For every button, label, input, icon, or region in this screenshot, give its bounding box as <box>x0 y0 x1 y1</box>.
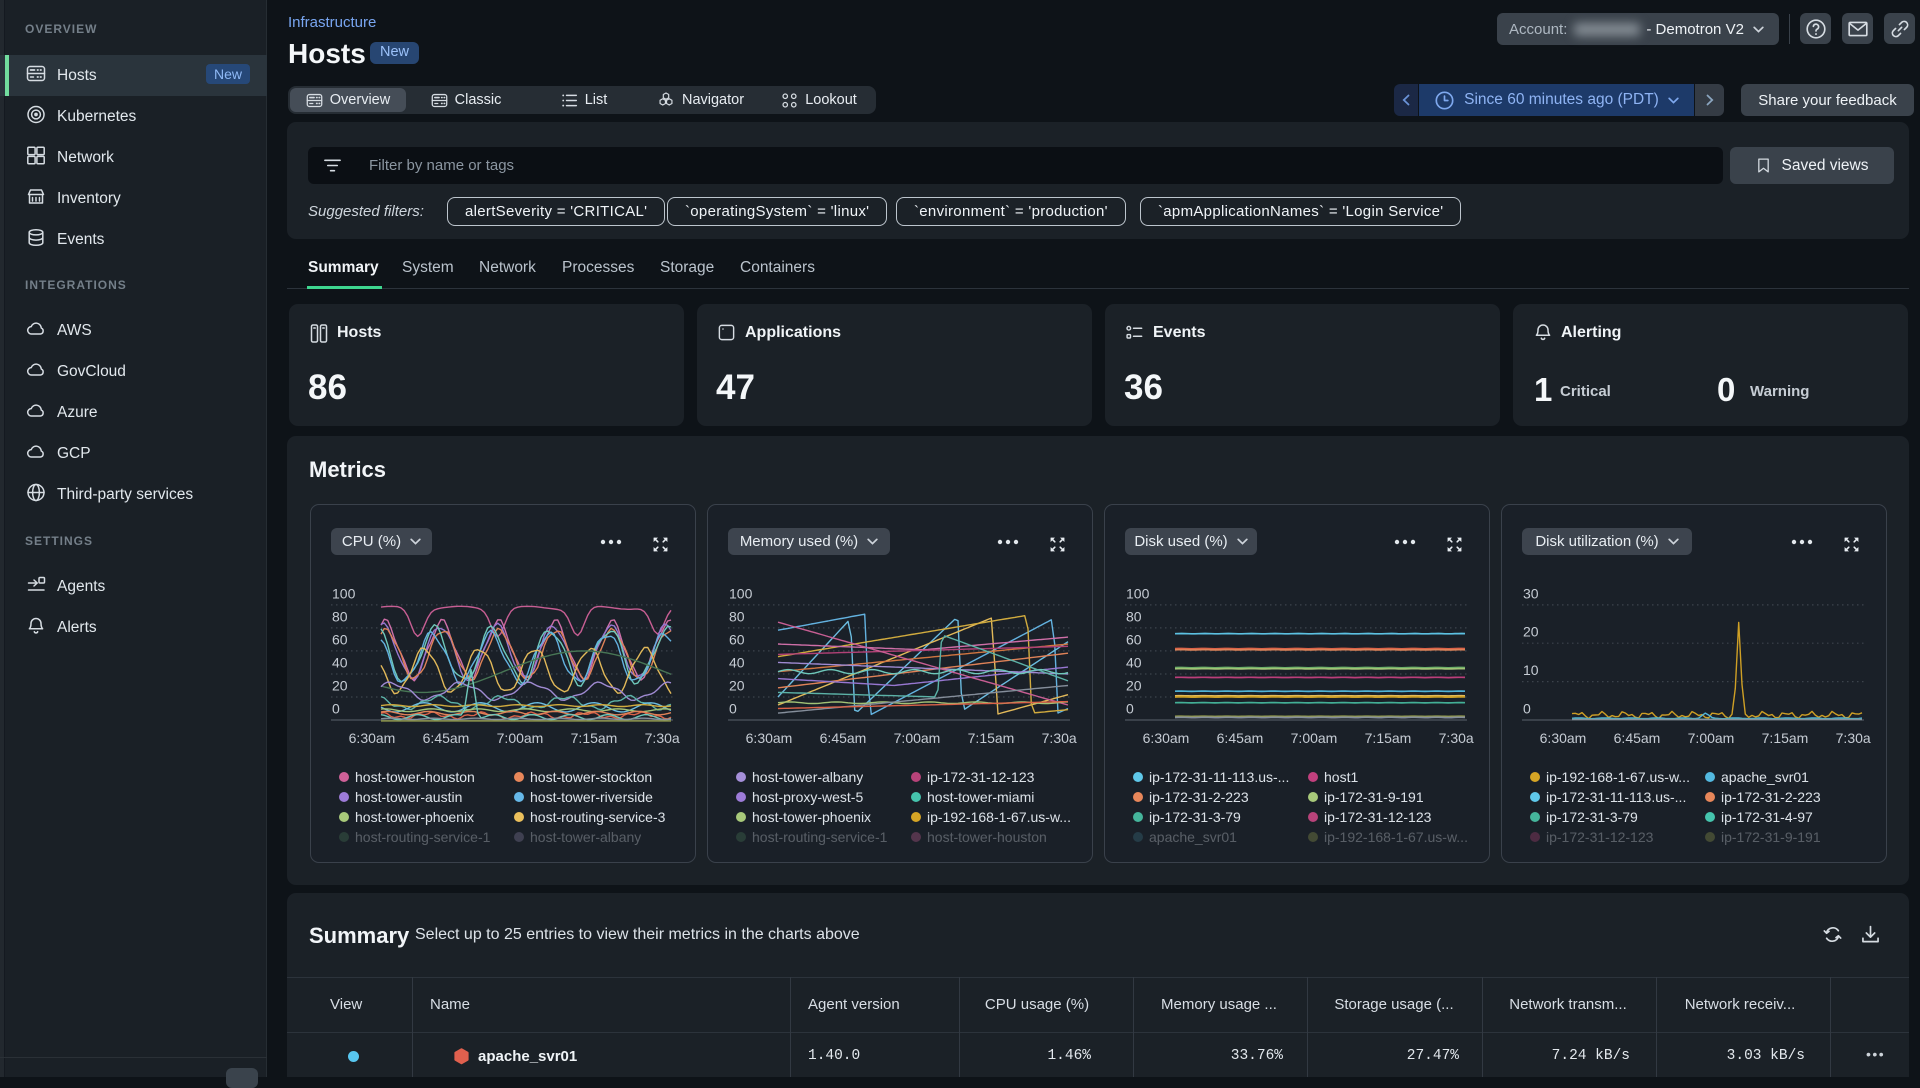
svg-text:7:00am: 7:00am <box>497 730 544 746</box>
svg-text:7:15am: 7:15am <box>968 730 1015 746</box>
svg-text:0: 0 <box>332 701 340 717</box>
svg-text:7:30am: 7:30am <box>1042 730 1089 746</box>
svg-text:7:30am: 7:30am <box>645 730 692 746</box>
svg-text:40: 40 <box>332 655 348 671</box>
svg-text:6:30am: 6:30am <box>1540 730 1587 746</box>
svg-text:6:30am: 6:30am <box>349 730 396 746</box>
svg-text:6:45am: 6:45am <box>423 730 470 746</box>
svg-text:10: 10 <box>1523 662 1539 678</box>
svg-text:6:45am: 6:45am <box>1614 730 1661 746</box>
svg-text:100: 100 <box>1126 585 1150 601</box>
svg-text:0: 0 <box>1126 701 1134 717</box>
svg-text:7:15am: 7:15am <box>1365 730 1412 746</box>
svg-text:7:30am: 7:30am <box>1439 730 1486 746</box>
svg-text:60: 60 <box>729 631 745 647</box>
svg-text:20: 20 <box>332 678 348 694</box>
svg-text:7:00am: 7:00am <box>894 730 941 746</box>
svg-text:6:30am: 6:30am <box>746 730 793 746</box>
svg-text:6:45am: 6:45am <box>1217 730 1264 746</box>
svg-text:100: 100 <box>729 585 753 601</box>
svg-text:30: 30 <box>1523 585 1539 601</box>
svg-text:7:15am: 7:15am <box>571 730 618 746</box>
svg-text:20: 20 <box>729 678 745 694</box>
svg-text:40: 40 <box>729 655 745 671</box>
svg-text:0: 0 <box>729 701 737 717</box>
svg-text:7:30am: 7:30am <box>1836 730 1883 746</box>
svg-text:60: 60 <box>1126 631 1142 647</box>
svg-text:6:45am: 6:45am <box>820 730 867 746</box>
svg-text:60: 60 <box>332 631 348 647</box>
svg-text:20: 20 <box>1523 624 1539 640</box>
svg-text:0: 0 <box>1523 701 1531 717</box>
svg-text:7:00am: 7:00am <box>1291 730 1338 746</box>
svg-text:20: 20 <box>1126 678 1142 694</box>
svg-text:80: 80 <box>729 608 745 624</box>
svg-text:6:30am: 6:30am <box>1143 730 1190 746</box>
svg-text:100: 100 <box>332 585 356 601</box>
svg-text:40: 40 <box>1126 655 1142 671</box>
svg-text:80: 80 <box>1126 608 1142 624</box>
svg-text:7:15am: 7:15am <box>1762 730 1809 746</box>
svg-text:7:00am: 7:00am <box>1688 730 1735 746</box>
svg-text:80: 80 <box>332 608 348 624</box>
